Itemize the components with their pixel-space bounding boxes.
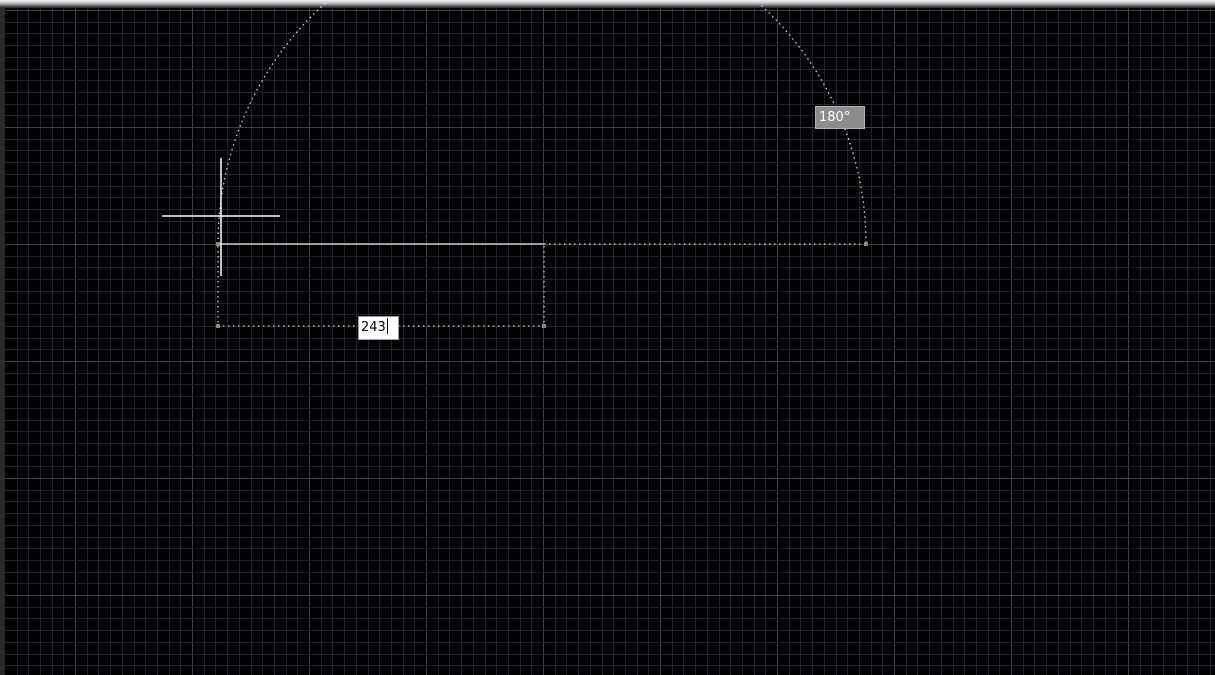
dynamic-input-value: 243	[361, 320, 386, 335]
endpoint-marker	[216, 242, 220, 246]
polar-angle-tooltip: 180°	[815, 106, 865, 129]
cad-drawing-window: 243 180°	[0, 0, 1215, 675]
drawing-overlay	[162, 0, 868, 328]
polar-tracking-arc	[217, 0, 867, 245]
endpoint-marker	[864, 242, 868, 246]
endpoint-marker	[542, 324, 546, 328]
endpoint-marker	[216, 324, 220, 328]
text-caret	[386, 318, 388, 334]
crosshair-cursor-icon	[162, 158, 280, 276]
dynamic-input-length-field[interactable]: 243	[358, 316, 399, 340]
